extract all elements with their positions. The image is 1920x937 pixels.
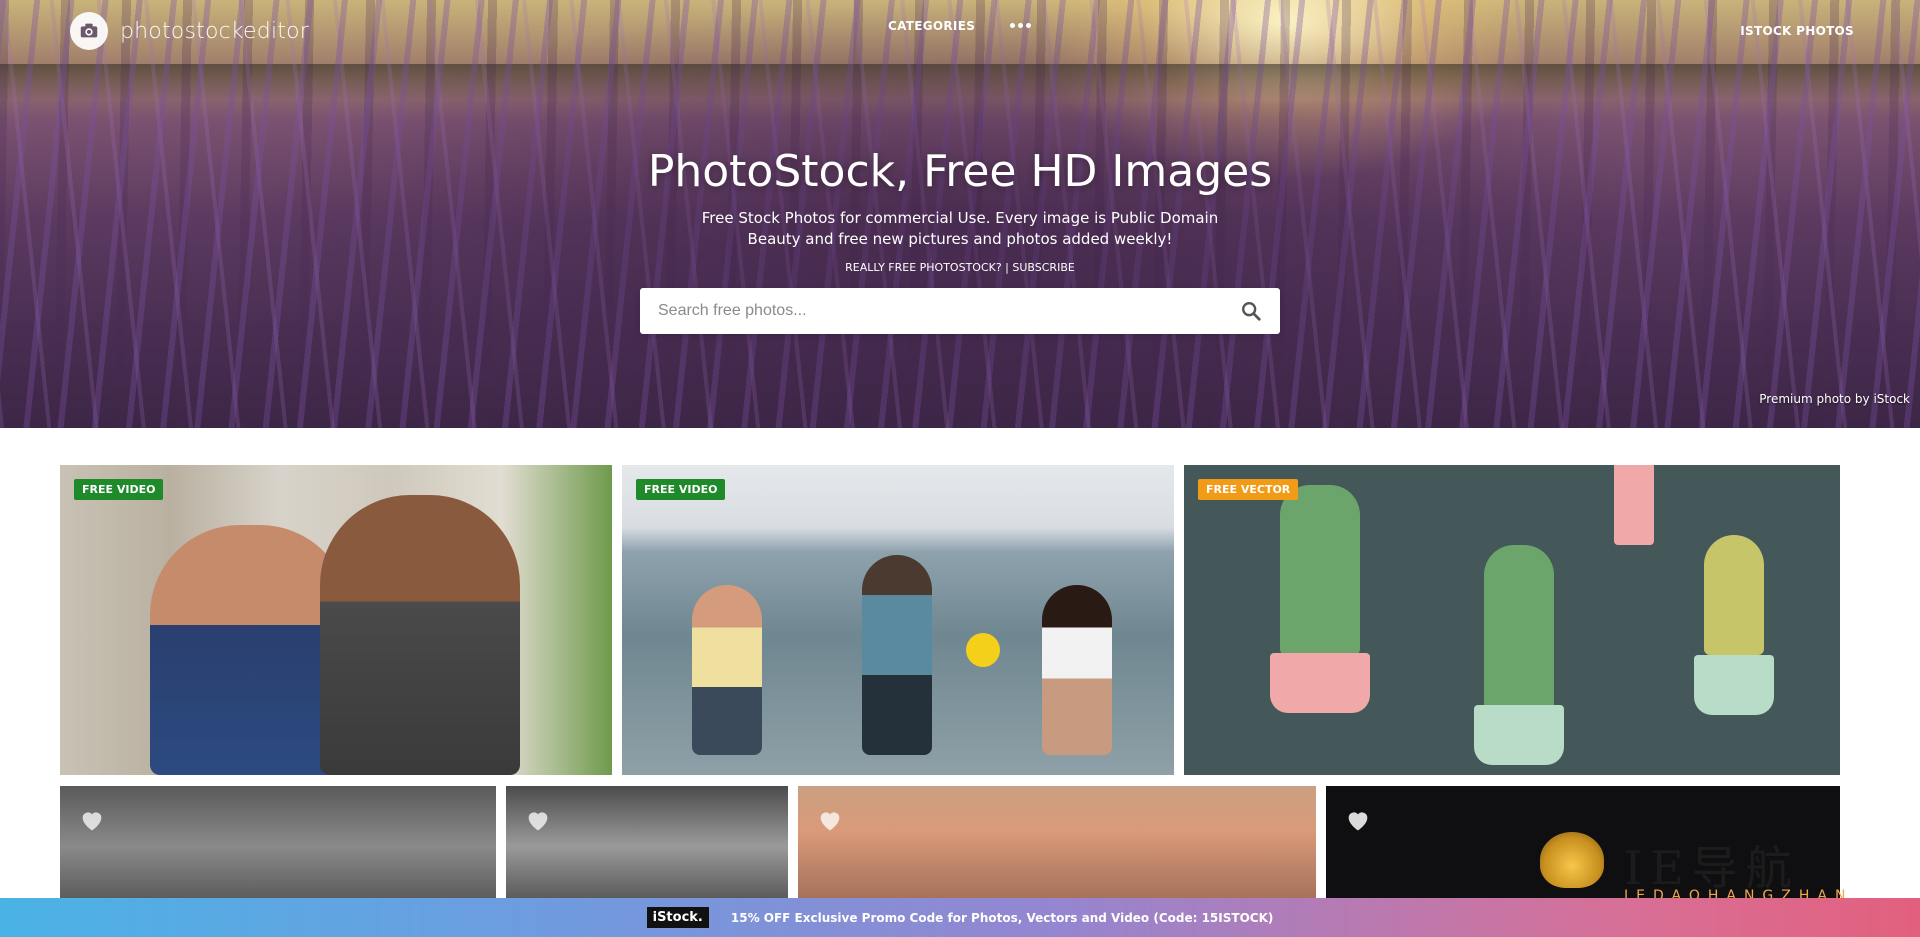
heart-icon[interactable] — [524, 806, 552, 834]
photo-card-cactus-vector[interactable]: FREE VECTOR — [1184, 465, 1840, 775]
person-figure — [320, 495, 520, 775]
person-figure — [862, 555, 932, 755]
heart-icon[interactable] — [1344, 806, 1372, 834]
beach-ball — [966, 633, 1000, 667]
search-box[interactable] — [640, 288, 1280, 334]
watermark-logo — [1540, 832, 1604, 888]
pot-shape — [1694, 655, 1774, 715]
hero-links[interactable]: REALLY FREE PHOTOSTOCK? | SUBSCRIBE — [0, 261, 1920, 274]
pot-shape — [1614, 465, 1654, 545]
photo-card-couple-video[interactable]: FREE VIDEO — [60, 465, 612, 775]
nav-istock-photos[interactable]: ISTOCK PHOTOS — [1740, 24, 1854, 38]
search-icon[interactable] — [1240, 300, 1262, 322]
hero-subtitle-line1: Free Stock Photos for commercial Use. Ev… — [701, 209, 1219, 227]
free-video-badge: FREE VIDEO — [636, 479, 726, 500]
logo-text: photostockeditor — [120, 18, 309, 44]
hero-links-text[interactable]: REALLY FREE PHOTOSTOCK? | SUBSCRIBE — [845, 261, 1075, 274]
pot-shape — [1474, 705, 1564, 765]
photo-credit[interactable]: Premium photo by iStock — [1759, 392, 1910, 406]
person-figure — [692, 585, 762, 755]
more-dots-icon[interactable] — [1010, 19, 1032, 31]
heart-icon[interactable] — [816, 806, 844, 834]
hero-banner: photostockeditor CATEGORIES ISTOCK PHOTO… — [0, 0, 1920, 428]
free-video-badge: FREE VIDEO — [74, 479, 164, 500]
heart-icon[interactable] — [78, 806, 106, 834]
istock-brand[interactable]: iStock. — [646, 907, 709, 928]
cactus-shape — [1280, 485, 1360, 655]
promo-bar[interactable]: iStock. 15% OFF Exclusive Promo Code for… — [0, 898, 1920, 937]
nav-categories[interactable]: CATEGORIES — [888, 19, 975, 33]
free-vector-badge: FREE VECTOR — [1198, 479, 1299, 500]
pot-shape — [1270, 653, 1370, 713]
camera-icon — [70, 12, 108, 50]
hero-title: PhotoStock, Free HD Images — [647, 146, 1273, 197]
photo-card-beach-video[interactable]: FREE VIDEO — [622, 465, 1174, 775]
search-input[interactable] — [658, 302, 1240, 320]
cactus-shape — [1704, 535, 1764, 655]
person-figure — [1042, 585, 1112, 755]
site-logo[interactable]: photostockeditor — [70, 12, 309, 50]
hero-subtitle-line2: Beauty and free new pictures and photos … — [747, 230, 1173, 248]
cactus-shape — [1484, 545, 1554, 715]
promo-text[interactable]: 15% OFF Exclusive Promo Code for Photos,… — [731, 911, 1274, 925]
